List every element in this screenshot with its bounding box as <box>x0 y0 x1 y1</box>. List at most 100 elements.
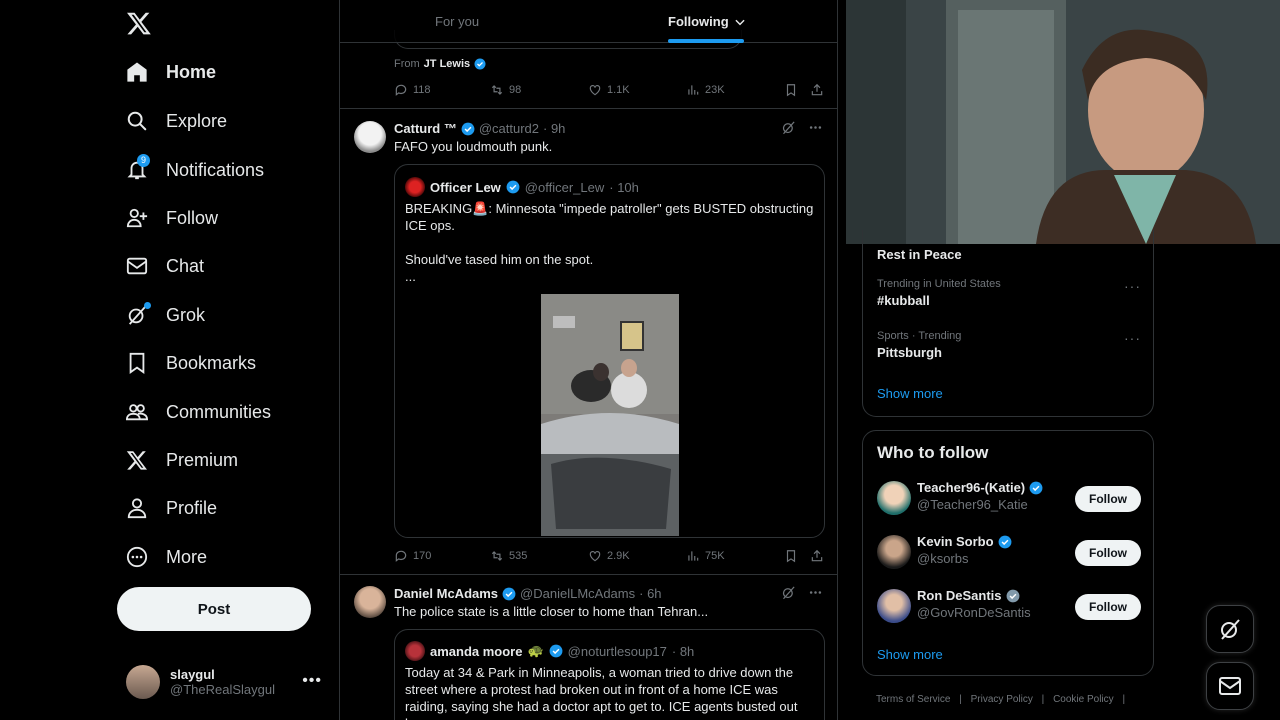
grok-icon[interactable] <box>781 120 796 135</box>
trends-show-more-link[interactable]: Show more <box>877 386 943 401</box>
account-switcher[interactable]: slaygul @TheRealSlaygul ••• <box>126 660 326 704</box>
nav-chat-label: Chat <box>166 255 205 276</box>
tweet-divider <box>340 574 837 575</box>
follow-button[interactable]: Follow <box>1075 594 1141 620</box>
who-to-follow-show-more-link[interactable]: Show more <box>877 647 943 662</box>
x-icon <box>126 449 148 471</box>
nav-profile[interactable]: Profile <box>126 488 217 528</box>
privacy-link[interactable]: Privacy Policy <box>971 694 1033 705</box>
share-button[interactable] <box>810 549 824 563</box>
suggestion-name-text: Teacher96-(Katie) <box>917 480 1026 495</box>
nav-bookmarks[interactable]: Bookmarks <box>126 343 256 383</box>
quote-author-name: amanda moore <box>430 643 523 659</box>
heart-icon <box>589 85 601 96</box>
repost-button[interactable]: 535 <box>490 549 527 563</box>
suggestion-name: Kevin Sorbo <box>917 534 1012 549</box>
views-button[interactable]: 75K <box>686 549 725 563</box>
reply-icon <box>395 84 407 96</box>
more-dots-icon[interactable]: ··· <box>1124 278 1141 294</box>
reply-button[interactable]: 118 <box>394 83 431 97</box>
bookmark-icon <box>786 84 796 97</box>
views-icon <box>688 551 699 561</box>
follow-suggestion[interactable]: Kevin Sorbo @ksorbs Follow <box>877 532 1141 572</box>
author-handle[interactable]: @catturd2 <box>479 121 539 136</box>
tweet-time[interactable]: · 6h <box>639 586 661 601</box>
cookie-link[interactable]: Cookie Policy <box>1053 694 1114 705</box>
nav-follow[interactable]: Follow <box>126 198 218 238</box>
share-icon <box>811 549 823 562</box>
more-dots-icon[interactable]: ··· <box>1124 330 1141 346</box>
quote-text: BREAKING🚨: Minnesota "impede patroller" … <box>405 201 814 284</box>
share-icon <box>811 83 823 96</box>
nav-more[interactable]: More <box>126 537 207 577</box>
user-avatar <box>877 535 911 569</box>
messages-floating-button[interactable] <box>1206 662 1254 710</box>
more-dots-icon[interactable] <box>808 120 823 135</box>
quote-time: · 10h <box>609 179 639 195</box>
grok-icon[interactable] <box>781 585 796 600</box>
turtle-emoji: 🐢 <box>527 643 544 658</box>
nav-home[interactable]: Home <box>126 52 216 92</box>
suggestion-name: Teacher96-(Katie) <box>917 480 1043 495</box>
nav-premium[interactable]: Premium <box>126 440 238 480</box>
trend-item[interactable]: Trending in United States #kubball ··· <box>877 278 1141 308</box>
bookmark-icon <box>126 352 148 374</box>
tweet-text: The police state is a little closer to h… <box>394 604 709 619</box>
quoted-tweet[interactable]: Officer Lew @officer_Lew · 10h BREAKING🚨… <box>394 164 825 538</box>
grok-icon <box>1221 619 1240 640</box>
views-button[interactable]: 23K <box>686 83 725 97</box>
nav-notifications[interactable]: 9 Notifications <box>126 150 264 190</box>
repost-button[interactable]: 98 <box>490 83 521 97</box>
terms-link[interactable]: Terms of Service <box>876 694 950 705</box>
post-button[interactable]: Post <box>117 587 311 631</box>
trend-meta: Trending in United States <box>877 278 1001 290</box>
author-name[interactable]: Catturd ™ <box>394 121 457 136</box>
like-button[interactable]: 1.1K <box>588 83 630 97</box>
share-button[interactable] <box>810 83 824 97</box>
bookmark-button[interactable] <box>784 83 798 97</box>
author-name[interactable]: Daniel McAdams <box>394 586 498 601</box>
quoted-tweet[interactable]: amanda moore 🐢 @noturtlesoup17 · 8h Toda… <box>394 629 825 720</box>
notification-badge: 9 <box>137 154 150 167</box>
follow-button[interactable]: Follow <box>1075 486 1141 512</box>
video-thumbnail[interactable] <box>541 294 679 536</box>
tweet-text: FAFO you loudmouth punk. <box>394 139 553 154</box>
repost-icon <box>491 551 503 561</box>
grok-floating-button[interactable] <box>1206 605 1254 653</box>
bookmark-button[interactable] <box>784 549 798 563</box>
trend-item[interactable]: Rest in Peace <box>877 244 1141 262</box>
chevron-down-icon <box>735 19 745 25</box>
daniel-mcadams-avatar[interactable] <box>354 586 386 618</box>
tweet-header: Daniel McAdams @DanielLMcAdams · 6h <box>394 586 662 601</box>
follow-suggestion[interactable]: Ron DeSantis @GovRonDeSantis Follow <box>877 586 1141 626</box>
quote-header: amanda moore 🐢 @noturtlesoup17 · 8h <box>405 641 694 661</box>
tweet-time[interactable]: · 9h <box>543 121 565 136</box>
follow-suggestion[interactable]: Teacher96-(Katie) @Teacher96_Katie Follo… <box>877 478 1141 518</box>
reply-button[interactable]: 170 <box>394 549 431 563</box>
account-name: slaygul <box>170 667 215 682</box>
people-icon <box>126 401 148 423</box>
verified-badge-icon <box>474 58 486 70</box>
trend-item[interactable]: Sports · Trending Pittsburgh ··· <box>877 330 1141 360</box>
follow-button[interactable]: Follow <box>1075 540 1141 566</box>
tab-following[interactable]: Following <box>668 14 747 29</box>
trend-meta: Sports · Trending <box>877 330 962 342</box>
views-icon <box>688 85 699 95</box>
mail-icon <box>1219 677 1241 695</box>
nav-communities[interactable]: Communities <box>126 392 271 432</box>
nav-grok[interactable]: Grok <box>126 295 205 335</box>
more-dots-icon[interactable]: ••• <box>302 672 322 690</box>
tab-for-you[interactable]: For you <box>435 14 479 29</box>
suggestion-name: Ron DeSantis <box>917 588 1020 603</box>
nav-explore[interactable]: Explore <box>126 101 227 141</box>
home-icon <box>126 61 148 83</box>
from-name[interactable]: JT Lewis <box>424 58 470 70</box>
quote-header: Officer Lew @officer_Lew · 10h <box>405 177 639 197</box>
x-logo-icon[interactable] <box>126 10 152 36</box>
like-button[interactable]: 2.9K <box>588 549 630 563</box>
catturd-avatar[interactable] <box>354 121 386 153</box>
account-avatar <box>126 665 160 699</box>
more-dots-icon[interactable] <box>808 585 823 600</box>
nav-chat[interactable]: Chat <box>126 246 204 286</box>
author-handle[interactable]: @DanielLMcAdams <box>520 586 635 601</box>
